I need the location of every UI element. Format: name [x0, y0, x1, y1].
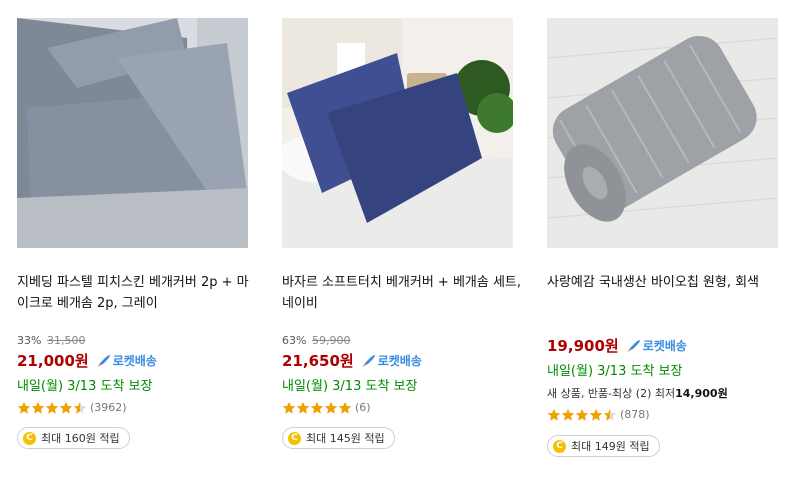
other-sellers-info[interactable]: 새 상품, 반품-최상 (2) 최저14,900원 — [547, 385, 728, 401]
original-price: 31,500 — [46, 334, 86, 347]
product-image[interactable] — [547, 18, 778, 248]
product-title[interactable]: 사랑예감 국내생산 바이오칩 원형, 회색 — [547, 272, 787, 293]
star-icon — [561, 407, 575, 421]
star-rating — [17, 400, 87, 414]
star-icon — [73, 400, 87, 414]
price-row: 21,000원 로켓배송 — [17, 350, 157, 371]
star-icon — [282, 400, 296, 414]
rating: (6) — [282, 400, 371, 414]
star-icon — [575, 407, 589, 421]
product-image[interactable] — [282, 18, 513, 248]
product-title[interactable]: 바자르 소프트터치 베개커버 + 베개솜 세트, 네이비 — [282, 272, 522, 314]
original-price: 59,900 — [311, 334, 351, 347]
review-count: (3962) — [90, 400, 127, 414]
review-count: (6) — [355, 400, 371, 414]
star-icon — [45, 400, 59, 414]
coin-icon: C — [288, 431, 301, 445]
sale-price: 21,000원 — [17, 352, 89, 370]
product-image[interactable] — [17, 18, 248, 248]
rocket-icon — [626, 339, 640, 352]
star-icon — [547, 407, 561, 421]
rocket-icon — [361, 354, 375, 367]
discount-row: 63% 59,900 — [282, 334, 350, 347]
star-icon — [17, 400, 31, 414]
coin-icon: C — [553, 439, 566, 453]
discount-rate: 33% — [17, 334, 42, 347]
discount-rate: 63% — [282, 334, 307, 347]
star-icon — [31, 400, 45, 414]
price-row: 21,650원 로켓배송 — [282, 350, 422, 371]
rocket-delivery-badge: 로켓배송 — [626, 337, 687, 354]
product-title[interactable]: 지베딩 파스텔 피치스킨 베개커버 2p + 마이크로 베개솜 2p, 그레이 — [17, 272, 257, 314]
product-card[interactable] — [547, 18, 778, 248]
rocket-delivery-badge: 로켓배송 — [96, 352, 157, 369]
star-icon — [296, 400, 310, 414]
points-badge: C 최대 160원 적립 — [17, 427, 130, 449]
star-icon — [310, 400, 324, 414]
rating: (878) — [547, 407, 650, 421]
rocket-icon — [96, 354, 110, 367]
coin-icon: C — [23, 431, 36, 445]
star-rating — [547, 407, 617, 421]
star-icon — [338, 400, 352, 414]
discount-row: 33% 31,500 — [17, 334, 85, 347]
sale-price: 21,650원 — [282, 352, 354, 370]
star-icon — [59, 400, 73, 414]
delivery-info: 내일(월) 3/13 도착 보장 — [547, 364, 683, 379]
price-row: 19,900원 로켓배송 — [547, 335, 687, 356]
delivery-info: 내일(월) 3/13 도착 보장 — [282, 379, 418, 394]
review-count: (878) — [620, 407, 650, 421]
star-icon — [324, 400, 338, 414]
lowest-price: 14,900원 — [675, 387, 728, 400]
points-badge: C 최대 149원 적립 — [547, 435, 660, 457]
points-badge: C 최대 145원 적립 — [282, 427, 395, 449]
rocket-delivery-badge: 로켓배송 — [361, 352, 422, 369]
star-icon — [603, 407, 617, 421]
rating: (3962) — [17, 400, 127, 414]
star-rating — [282, 400, 352, 414]
sale-price: 19,900원 — [547, 337, 619, 355]
star-icon — [589, 407, 603, 421]
product-card[interactable] — [17, 18, 248, 248]
delivery-info: 내일(월) 3/13 도착 보장 — [17, 379, 153, 394]
product-card[interactable] — [282, 18, 513, 248]
